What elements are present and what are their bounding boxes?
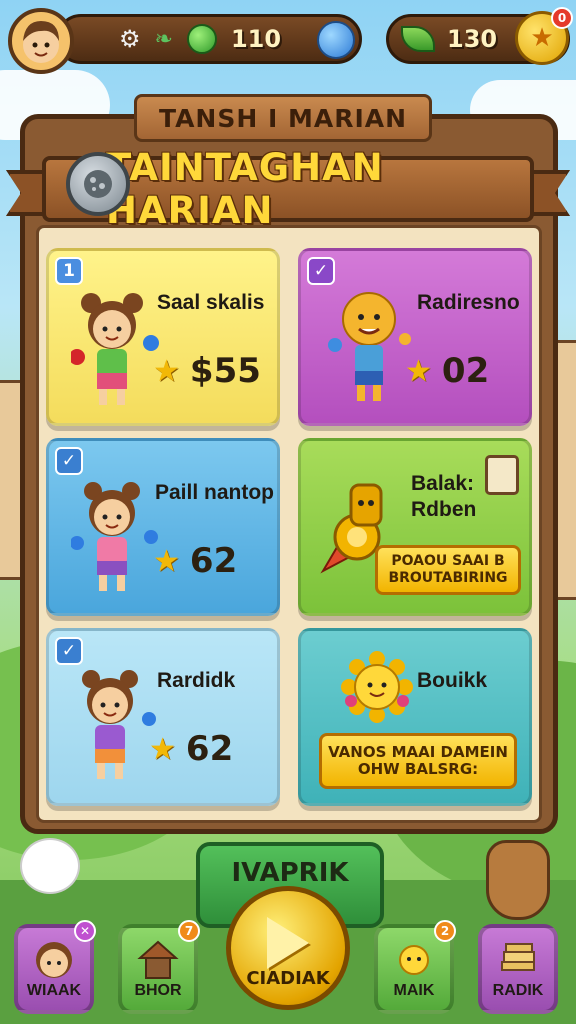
character-icon	[30, 936, 78, 988]
gem-value: 110	[230, 25, 282, 53]
currency-bar: ⚙ ❧ 110	[56, 14, 362, 64]
reward-value: 62	[185, 729, 234, 769]
checkmark-icon: ✓	[55, 447, 83, 475]
task-label: Bouikk	[417, 669, 488, 692]
task-number-badge: 1	[55, 257, 83, 285]
gear-icon[interactable]: ⚙	[119, 25, 141, 53]
task-reward: ★ 62	[149, 729, 233, 769]
nav-button-2[interactable]: 7 BHOR	[118, 920, 200, 1014]
star-icon: ★	[153, 543, 180, 579]
task-4-action-button[interactable]: POAOU SAAI B BROUTABIRING	[375, 545, 521, 595]
nav-close-badge[interactable]: ✕	[74, 920, 96, 942]
claim-button[interactable]: CIADIAK	[226, 886, 350, 1010]
nav-button-4[interactable]: RADIK	[478, 924, 558, 1014]
girl-character-icon	[69, 661, 159, 791]
sun-icon	[390, 936, 438, 988]
task-reward: ★ 02	[405, 351, 489, 391]
task-label: Rardidk	[157, 669, 236, 692]
task-card-2[interactable]: ✓ Radiresno ★ 02	[298, 248, 532, 426]
star-icon: ★	[153, 353, 180, 389]
claim-button-label: CIADIAK	[246, 967, 330, 989]
reward-currency: $	[189, 351, 214, 391]
feather-icon: ❧	[154, 26, 173, 52]
nav-badge: 2	[434, 920, 456, 942]
task-reward: ★ $55	[153, 351, 261, 391]
reward-value: 02	[441, 351, 490, 391]
top-bar: ⚙ ❧ 110 130 ★ 0	[8, 7, 573, 74]
sun-flower-icon	[341, 651, 413, 727]
banner-title: TAINTAGHAN HARIAN	[106, 146, 384, 232]
notification-badge: 0	[551, 7, 573, 29]
clock-icon	[66, 152, 130, 216]
board-sign: TANSH I MARIAN	[134, 94, 432, 142]
player-avatar[interactable]	[8, 8, 74, 74]
task-label: Saal skalis	[157, 291, 265, 314]
play-icon	[267, 917, 309, 969]
task-card-3[interactable]: ✓ Paill nantop ★ 62	[46, 438, 280, 616]
sun-character-icon	[325, 281, 415, 411]
task-label: Paill nantop	[155, 481, 275, 504]
girl-character-icon	[69, 285, 161, 415]
task-card-1[interactable]: 1 Saal skalis ★ $55	[46, 248, 280, 426]
leaf-icon	[401, 26, 435, 52]
leaf-value: 130	[447, 25, 498, 53]
house-icon	[134, 936, 182, 988]
gem-icon	[186, 24, 217, 54]
leaf-currency-bar: 130 ★ 0	[386, 7, 573, 65]
star-icon: ★	[149, 731, 176, 767]
task-card-6[interactable]: Bouikk VANOS MAAI DAMEIN OHW BALSRG:	[298, 628, 532, 806]
task-label-line-2: Rdben	[411, 498, 477, 521]
nav-button-3[interactable]: 2 MAIK	[374, 920, 456, 1014]
task-card-5[interactable]: ✓ Rardidk ★ 62	[46, 628, 280, 806]
star-icon: ★	[405, 353, 432, 389]
board-sign-title: TANSH I MARIAN	[158, 103, 408, 133]
reward-value: 55	[213, 351, 261, 391]
reward-value: 62	[189, 541, 238, 581]
task-label: Balak: Rdben	[411, 471, 476, 523]
globe-icon[interactable]	[317, 21, 355, 59]
board-banner: TAINTAGHAN HARIAN	[6, 146, 570, 232]
girl-character-icon	[70, 473, 161, 603]
nav-badge: 7	[178, 920, 200, 942]
task-6-action-button[interactable]: VANOS MAAI DAMEIN OHW BALSRG:	[319, 733, 517, 789]
book-stack-icon	[494, 936, 542, 988]
clipboard-icon	[485, 455, 519, 495]
task-label-line-1: Balak:	[411, 472, 475, 495]
task-label: Radiresno	[417, 291, 520, 314]
nav-button-1[interactable]: ✕ WIAAK	[14, 920, 96, 1014]
task-card-4[interactable]: Balak: Rdben POAOU SAAI B BROUTABIRING	[298, 438, 532, 616]
task-reward: ★ 62	[153, 541, 237, 581]
